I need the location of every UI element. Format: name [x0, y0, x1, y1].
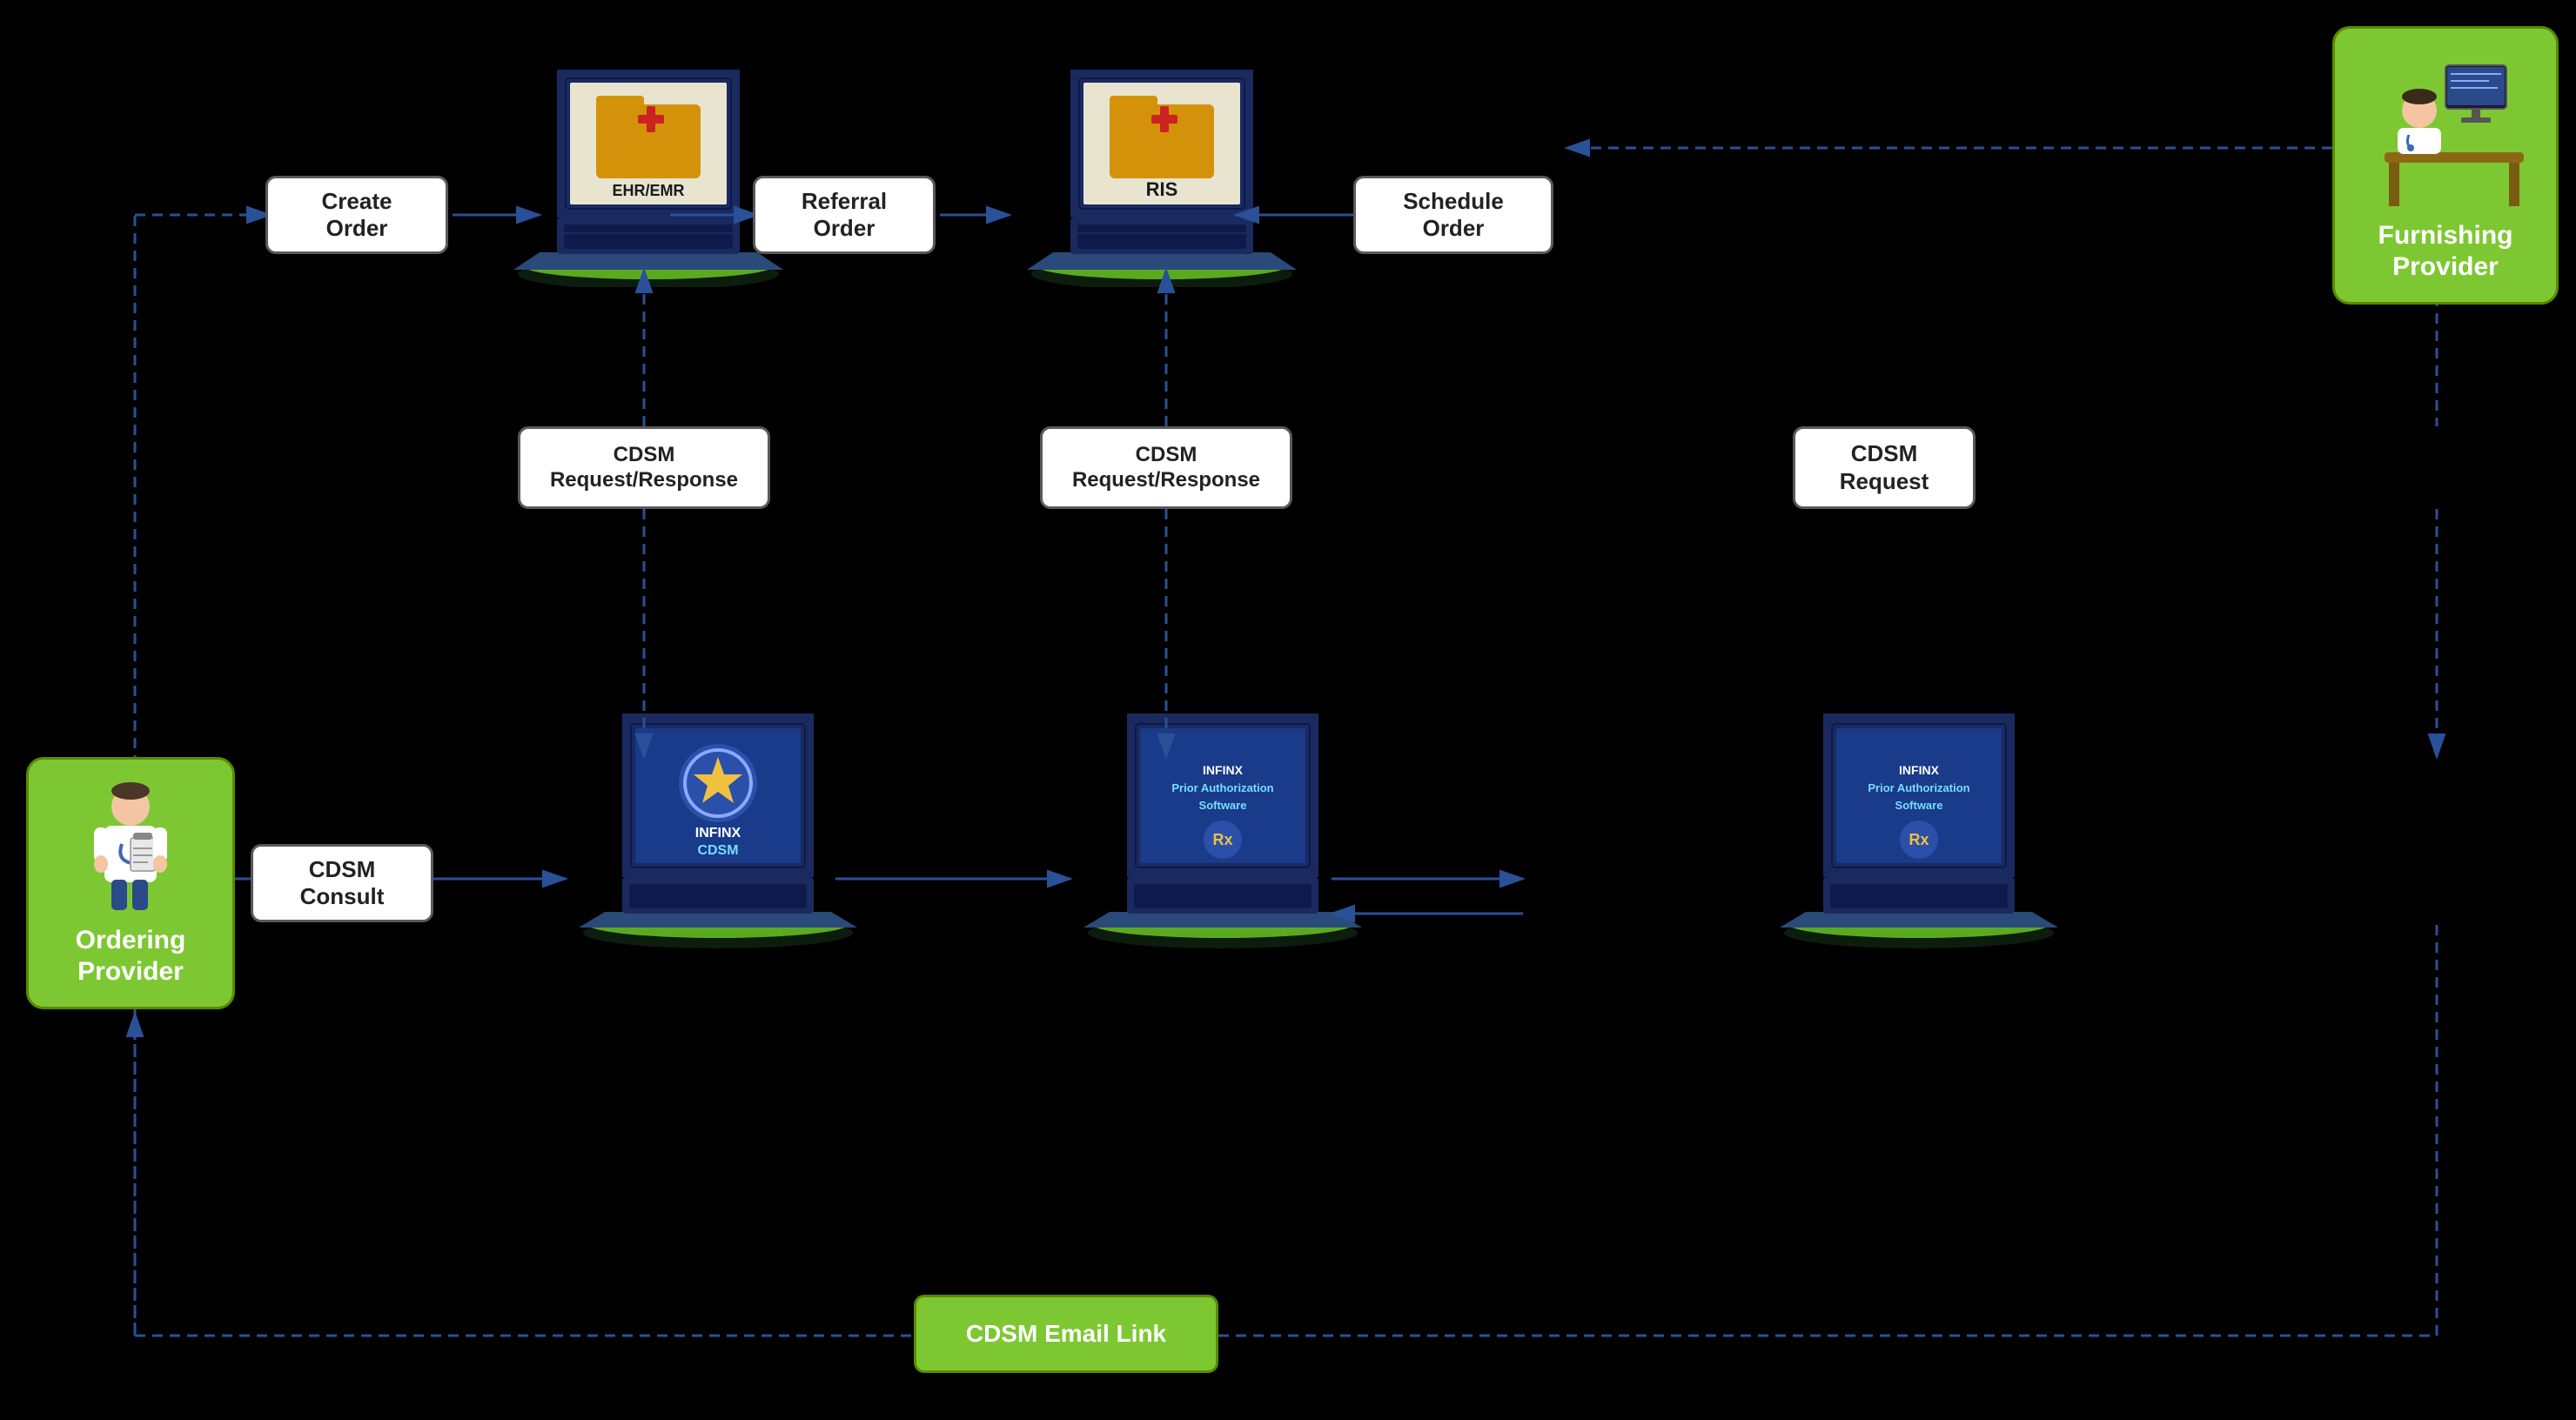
furnishing-provider-label: FurnishingProvider — [2378, 220, 2513, 283]
create-order-label: CreateOrder — [265, 176, 448, 254]
doctor-icon — [78, 779, 183, 918]
svg-text:Prior Authorization: Prior Authorization — [1171, 781, 1273, 794]
ehr-emr-laptop: EHR/EMR — [513, 44, 783, 287]
svg-text:EHR/EMR: EHR/EMR — [612, 182, 684, 199]
ordering-provider-label: OrderingProvider — [76, 925, 186, 988]
cdsm-request-label: CDSMRequest — [1793, 426, 1976, 509]
ordering-provider-actor: OrderingProvider — [26, 757, 235, 1009]
svg-text:Rx: Rx — [1909, 831, 1929, 848]
referral-order-label: ReferralOrder — [753, 176, 936, 254]
cdsm-email-link-label: CDSM Email Link — [914, 1295, 1218, 1373]
schedule-order-label: ScheduleOrder — [1353, 176, 1553, 254]
furnishing-provider-icon — [2367, 48, 2524, 213]
svg-text:Rx: Rx — [1212, 831, 1232, 848]
infinx-prior-auth-2-laptop: INFINX Prior Authorization Software Rx — [1775, 687, 2063, 948]
svg-text:INFINX: INFINX — [695, 826, 741, 841]
svg-text:INFINX: INFINX — [1899, 763, 1940, 777]
infinx-cdsm-laptop: INFINX CDSM — [574, 687, 862, 948]
infinx-prior-auth-1-laptop: INFINX Prior Authorization Software Rx — [1079, 687, 1366, 948]
furnishing-provider-actor: FurnishingProvider — [2332, 26, 2559, 305]
cdsm-request-response-1-label: CDSMRequest/Response — [518, 426, 770, 509]
ris-laptop: RIS — [1027, 44, 1297, 287]
diagram-container: OrderingProvider — [0, 0, 2576, 1420]
svg-text:CDSM: CDSM — [697, 843, 738, 858]
cdsm-request-response-2-label: CDSMRequest/Response — [1040, 426, 1292, 509]
svg-text:RIS: RIS — [1146, 178, 1178, 200]
svg-text:Software: Software — [1895, 799, 1943, 812]
svg-text:Prior Authorization: Prior Authorization — [1868, 781, 1969, 794]
cdsm-consult-label: CDSMConsult — [251, 844, 433, 922]
svg-text:Software: Software — [1199, 799, 1247, 812]
svg-text:INFINX: INFINX — [1203, 763, 1244, 777]
